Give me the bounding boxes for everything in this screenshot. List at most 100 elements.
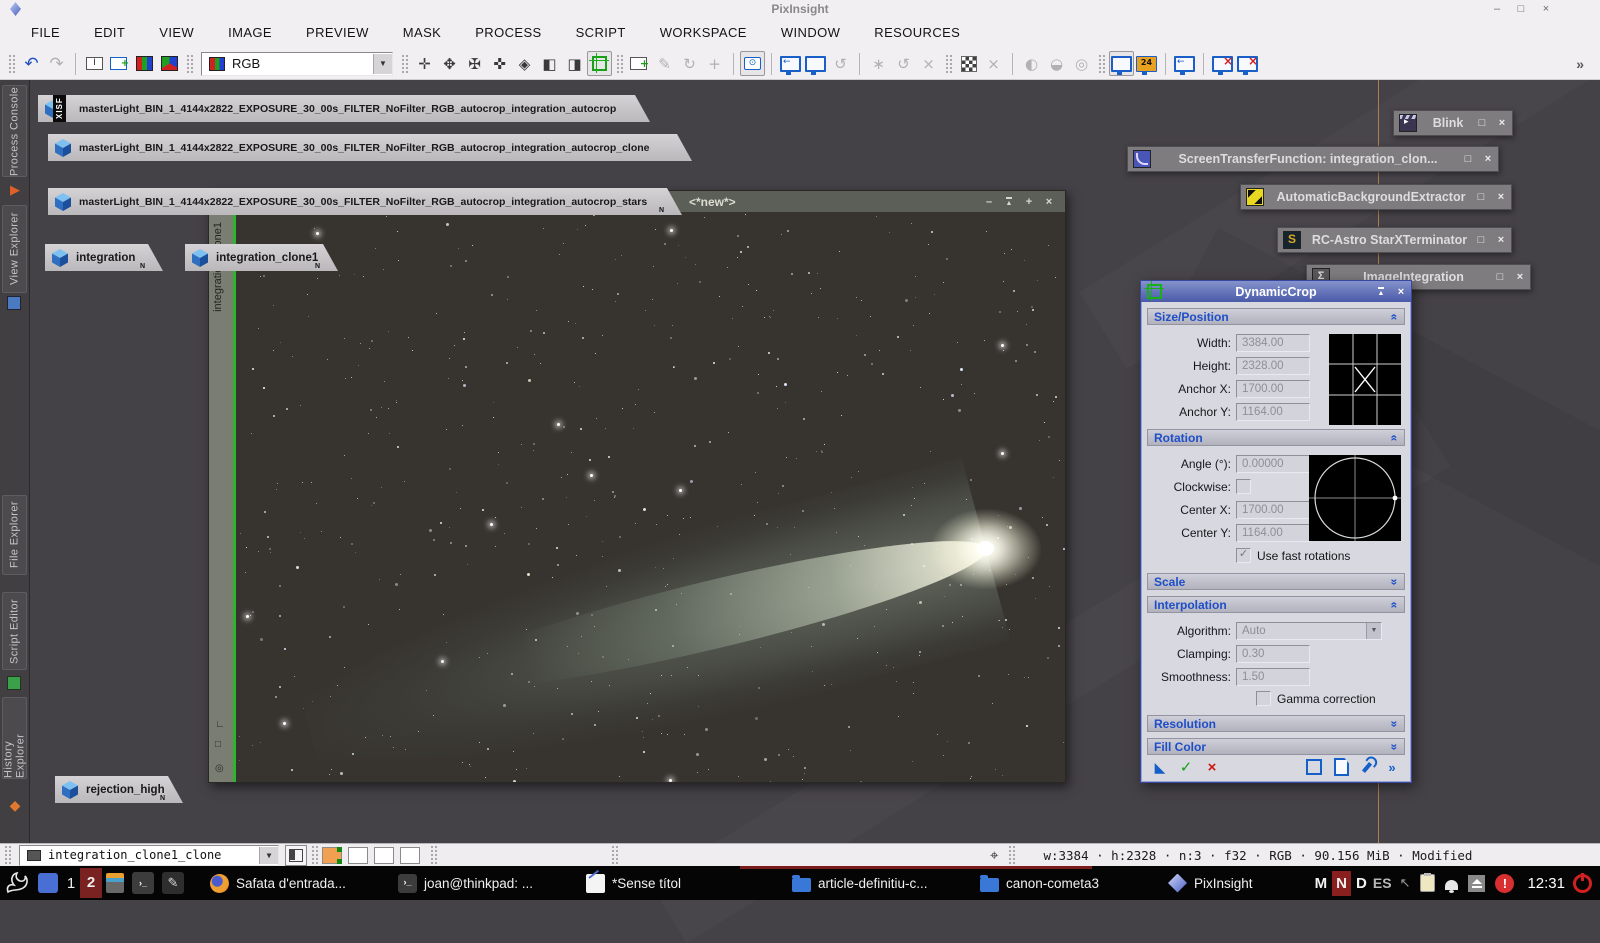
sidebar-tab-script-editor[interactable]: Script Editor (2, 592, 27, 670)
menu-workspace[interactable]: WORKSPACE (643, 18, 764, 48)
pan-mode-icon[interactable]: ✜ (487, 51, 512, 76)
stf-24bit-icon[interactable] (1134, 51, 1159, 76)
removable-media-icon[interactable] (1468, 875, 1485, 892)
remove-mask-icon[interactable]: × (981, 51, 1006, 76)
task-folder-article[interactable]: article-definitiu-c... (784, 868, 968, 898)
statusbar-drag-handle[interactable] (611, 845, 618, 865)
input-device-icon[interactable]: ↖ (1400, 875, 1411, 891)
image-shade-icon[interactable]: ▲ (999, 196, 1019, 208)
edit-preferences-icon[interactable] (1362, 762, 1372, 773)
split-view-icon[interactable]: ◧ (537, 51, 562, 76)
crop-frame-icon[interactable]: □ (215, 739, 221, 750)
restore-view-icon[interactable] (803, 51, 828, 76)
track-position-icon[interactable]: ✛ (412, 51, 437, 76)
expand-icon[interactable]: » (1388, 720, 1402, 727)
view-explorer-icon[interactable] (7, 296, 23, 312)
view-tab-integration[interactable]: integration N (45, 244, 163, 271)
dropdown-arrow-icon[interactable]: ▼ (259, 847, 278, 864)
collapse-icon[interactable]: « (1388, 601, 1402, 608)
image-minimize-icon[interactable]: – (979, 196, 999, 208)
dynamic-crop-titlebar[interactable]: DynamicCrop ▲ × (1141, 281, 1411, 302)
invert-mask-icon[interactable]: ◐ (1019, 51, 1044, 76)
cancel-icon[interactable]: × (1199, 759, 1225, 776)
clipboard-icon[interactable] (1420, 874, 1435, 892)
process-window-starxterminator[interactable]: S RC-Astro StarXTerminator □ × (1277, 227, 1512, 253)
section-scale[interactable]: Scale » (1147, 573, 1405, 590)
anchor-x-field[interactable]: 1700.00 (1236, 380, 1310, 398)
keyboard-layout-indicator[interactable]: ES (1373, 875, 1392, 891)
comet-image-canvas[interactable] (236, 212, 1065, 782)
center-target-icon[interactable]: ◎ (215, 763, 224, 774)
collapse-icon[interactable]: « (1388, 434, 1402, 441)
section-size-position[interactable]: Size/Position « (1147, 308, 1405, 325)
alert-icon[interactable]: ! (1495, 874, 1514, 893)
menu-file[interactable]: FILE (14, 18, 77, 48)
task-folder-canon[interactable]: canon-cometa3 (972, 868, 1138, 898)
new-instance-icon[interactable]: ◣ (1147, 759, 1173, 776)
track-view-icon[interactable]: » (1379, 760, 1405, 775)
window-minimize-button[interactable]: – (1488, 3, 1506, 15)
view-selector-dropdown[interactable]: integration_clone1_clone ▼ (19, 845, 279, 866)
toolbar-drag-handle[interactable] (186, 54, 193, 74)
task-mail[interactable]: Safata d'entrada... (202, 868, 386, 898)
collapse-icon[interactable]: « (1388, 313, 1402, 320)
toolbar-drag-handle[interactable] (8, 54, 15, 74)
center-x-field[interactable]: 1700.00 (1236, 501, 1310, 519)
section-resolution[interactable]: Resolution » (1147, 715, 1405, 732)
select-view-icon[interactable]: ◨ (562, 51, 587, 76)
zoom-contract-icon[interactable]: ✠ (462, 51, 487, 76)
view-tab-integration-clone1[interactable]: integration_clone1 N (185, 244, 338, 271)
image-zoom-icon[interactable]: + (1019, 196, 1039, 208)
sidebar-tab-process-console[interactable]: Process Console (2, 85, 27, 177)
expand-icon[interactable]: » (1388, 578, 1402, 585)
angle-field[interactable]: 0.00000 (1236, 455, 1310, 473)
reset-preview-icon[interactable]: ↻ (677, 51, 702, 76)
enable-mask-icon[interactable]: ◒ (1044, 51, 1069, 76)
channel-swatch-active[interactable] (322, 847, 342, 864)
section-interpolation[interactable]: Interpolation « (1147, 596, 1405, 613)
new-preview-icon[interactable]: + (627, 51, 652, 76)
color-profile-icon[interactable] (157, 51, 182, 76)
dynamic-crop-dialog[interactable]: DynamicCrop ▲ × Size/Position « Width: 3… (1140, 280, 1412, 783)
menu-window[interactable]: WINDOW (764, 18, 857, 48)
shaded-window-stars[interactable]: masterLight_BIN_1_4144x2822_EXPOSURE_30_… (48, 188, 682, 215)
menu-script[interactable]: SCRIPT (559, 18, 643, 48)
sidebar-tab-history-explorer[interactable]: History Explorer (2, 697, 27, 779)
toolbar-drag-handle[interactable] (1098, 54, 1105, 74)
task-pixinsight[interactable]: PixInsight (1160, 868, 1288, 898)
task-editor[interactable]: *Sense títol (578, 868, 762, 898)
zoom-fit-icon[interactable]: ✥ (437, 51, 462, 76)
dialog-close-icon[interactable]: × (1391, 286, 1411, 298)
process-window-abe[interactable]: AutomaticBackgroundExtractor □ × (1240, 184, 1512, 210)
section-fill-color[interactable]: Fill Color » (1147, 738, 1405, 755)
dropdown-arrow-icon[interactable]: ▼ (373, 54, 392, 74)
float-close-icon[interactable]: × (1492, 117, 1512, 129)
float-close-icon[interactable]: × (1510, 271, 1530, 283)
power-icon[interactable] (1573, 874, 1592, 893)
toolbar-drag-handle[interactable] (945, 54, 952, 74)
window-manager-icon[interactable] (4, 870, 30, 896)
anchor-y-field[interactable]: 1164.00 (1236, 403, 1310, 421)
process-reload-icon[interactable]: ↺ (891, 51, 916, 76)
float-restore-icon[interactable]: □ (1472, 117, 1492, 129)
shaded-window-clone[interactable]: masterLight_BIN_1_4144x2822_EXPOSURE_30_… (48, 134, 692, 161)
revert-view-icon[interactable]: ↺ (828, 51, 853, 76)
tray-indicator-n[interactable]: N (1332, 871, 1351, 896)
workspace-button-2[interactable]: 2 (80, 868, 102, 898)
apply-stf-icon[interactable] (1172, 51, 1197, 76)
algorithm-dropdown[interactable]: Auto ▼ (1236, 622, 1382, 640)
readout-mode-icon[interactable]: ◈ (512, 51, 537, 76)
notifications-icon[interactable] (1445, 880, 1458, 890)
clamping-field[interactable]: 0.30 (1236, 645, 1310, 663)
rotation-dial[interactable] (1309, 455, 1401, 541)
resize-corner-icon[interactable]: ∟ (215, 719, 225, 730)
archive-manager-icon[interactable] (106, 873, 124, 893)
menu-edit[interactable]: EDIT (77, 18, 142, 48)
image-window-side-strip[interactable]: integration_clone1 ∟ □ ◎ (209, 212, 234, 782)
process-window-stf[interactable]: ScreenTransferFunction: integration_clon… (1127, 146, 1499, 172)
smoothness-field[interactable]: 1.50 (1236, 668, 1310, 686)
dynamic-crop-tool-icon[interactable] (587, 51, 612, 76)
display-channel-dropdown[interactable]: RGB ▼ (201, 52, 393, 76)
process-delete-icon[interactable]: × (916, 51, 941, 76)
process-console-icon[interactable]: ▶ (7, 182, 23, 198)
